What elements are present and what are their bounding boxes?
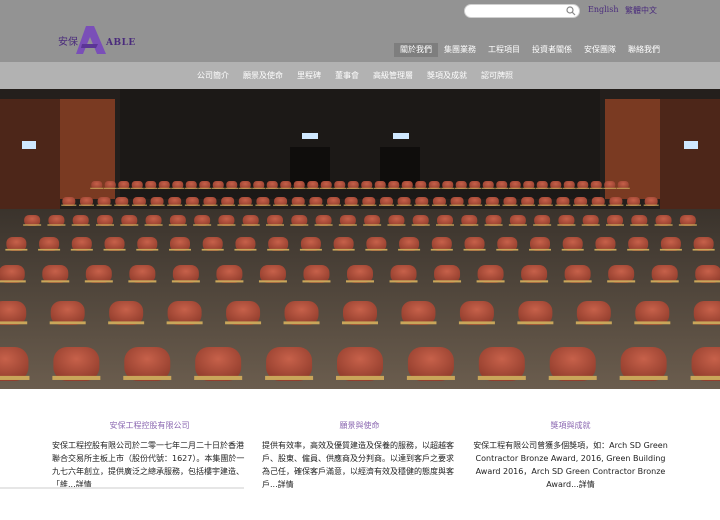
subnav-item-1[interactable]: 願景及使命 (236, 62, 290, 89)
more-link[interactable]: 詳情 (579, 480, 595, 489)
more-link[interactable]: 詳情 (278, 480, 294, 489)
subnav-item-5[interactable]: 獎項及成就 (420, 62, 474, 89)
logo[interactable]: 安保 ABLE (58, 26, 140, 58)
vision-column: 願景與使命 提供有效率，高效及優質建造及保養的服務，以超越客戶、股東、僱員、供應… (262, 420, 457, 491)
header: English 繁體中文 安保 ABLE 關於我們 集團業務 工程項目 投資者關係 安保… (0, 0, 720, 62)
company-column: 安保工程控股有限公司 安保工程控股有限公司於二零一七年二月二十日於香港聯合交易所… (52, 420, 247, 491)
logo-able-text: ABLE (106, 38, 136, 48)
nav-item-0[interactable]: 關於我們 (394, 43, 438, 57)
main-nav: 關於我們 集團業務 工程項目 投資者關係 安保團隊 聯絡我們 (394, 43, 666, 57)
nav-item-4[interactable]: 安保團隊 (578, 43, 622, 57)
search-input[interactable] (465, 11, 567, 24)
subnav-item-4[interactable]: 高級管理層 (366, 62, 420, 89)
nav-item-3[interactable]: 投資者關係 (526, 43, 578, 57)
sub-nav: 公司簡介 願景及使命 里程碑 董事會 高級管理層 獎項及成就 認可牌照 (0, 62, 720, 89)
column-title: 安保工程控股有限公司 (109, 421, 190, 430)
column-title: 獎項與成就 (550, 421, 591, 430)
column-text: 安保工程有限公司曾獲多個獎項，如：Arch SD Green Contracto… (473, 441, 668, 489)
search-icon[interactable] (566, 6, 576, 16)
nav-item-5[interactable]: 聯絡我們 (622, 43, 666, 57)
hero-banner-image (0, 89, 720, 389)
column-text: 安保工程控股有限公司於二零一七年二月二十日於香港聯合交易所主板上市（股份代號：1… (52, 441, 245, 489)
lang-english-link[interactable]: English (588, 5, 619, 14)
subnav-item-6[interactable]: 認可牌照 (474, 62, 520, 89)
nav-item-2[interactable]: 工程項目 (482, 43, 526, 57)
logo-a-mark-icon (76, 26, 106, 54)
column-text: 提供有效率，高效及優質建造及保養的服務，以超越客戶、股東、僱員、供應商及分判商。… (262, 441, 454, 489)
subnav-item-0[interactable]: 公司簡介 (190, 62, 236, 89)
subnav-item-2[interactable]: 里程碑 (290, 62, 328, 89)
divider (0, 487, 244, 489)
awards-column: 獎項與成就 安保工程有限公司曾獲多個獎項，如：Arch SD Green Con… (473, 420, 668, 491)
subnav-item-3[interactable]: 董事會 (328, 62, 366, 89)
auditorium-photo (0, 89, 720, 389)
nav-item-1[interactable]: 集團業務 (438, 43, 482, 57)
search-box[interactable] (464, 4, 580, 24)
lang-traditional-chinese-link[interactable]: 繁體中文 (625, 5, 657, 16)
column-title: 願景與使命 (339, 421, 380, 430)
